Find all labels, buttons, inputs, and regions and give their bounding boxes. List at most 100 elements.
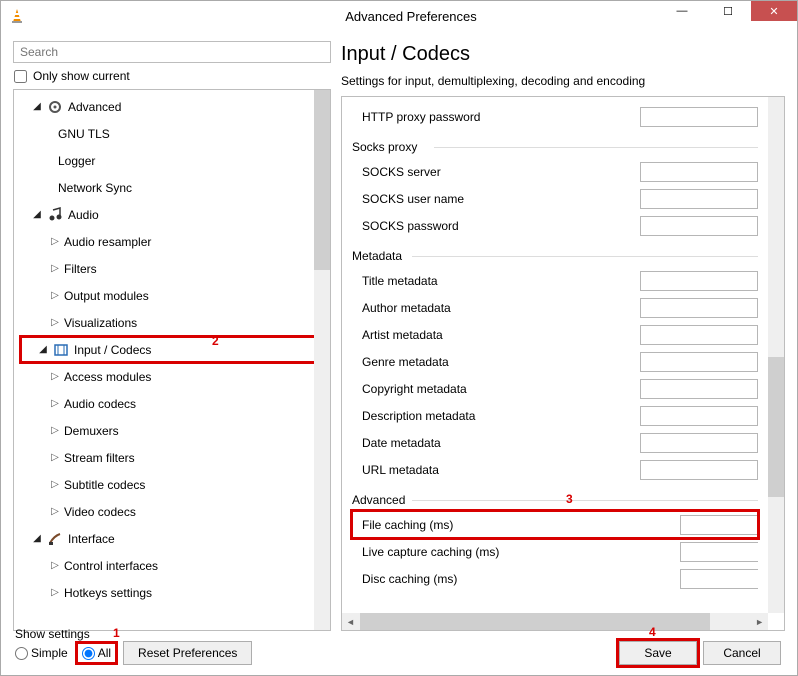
expand-icon[interactable]: ▷: [48, 236, 62, 247]
expand-icon[interactable]: ▷: [48, 452, 62, 463]
tree-demuxers[interactable]: ▷Demuxers: [14, 417, 330, 444]
socks-user-label: SOCKS user name: [352, 192, 632, 206]
tree-audio[interactable]: ◢Audio: [14, 201, 330, 228]
tree-subtitle-codecs[interactable]: ▷Subtitle codecs: [14, 471, 330, 498]
tree-audio-resampler[interactable]: ▷Audio resampler: [14, 228, 330, 255]
tree-scrollbar[interactable]: [314, 90, 330, 630]
page-description: Settings for input, demultiplexing, deco…: [341, 74, 785, 88]
expand-icon[interactable]: ▷: [48, 371, 62, 382]
expand-icon[interactable]: ▷: [48, 560, 62, 571]
copyright-metadata-input[interactable]: [640, 379, 758, 399]
collapse-icon[interactable]: ◢: [30, 101, 44, 112]
film-icon: [52, 342, 70, 358]
expand-icon[interactable]: ▷: [48, 290, 62, 301]
tree-interface[interactable]: ◢Interface: [14, 525, 330, 552]
close-button[interactable]: ✕: [751, 1, 797, 21]
author-metadata-label: Author metadata: [352, 301, 632, 315]
file-caching-spinbox[interactable]: ▲▼: [680, 515, 758, 535]
group-advanced: Advanced: [352, 489, 758, 511]
radio-all[interactable]: All: [78, 644, 115, 662]
http-proxy-password-label: HTTP proxy password: [352, 110, 632, 124]
note-icon: [46, 207, 64, 223]
file-caching-row: File caching (ms) ▲▼: [352, 511, 758, 538]
search-input[interactable]: [13, 41, 331, 63]
title-metadata-input[interactable]: [640, 271, 758, 291]
expand-icon[interactable]: ▷: [48, 425, 62, 436]
group-metadata: Metadata: [352, 245, 758, 267]
tree-input-codecs[interactable]: ◢Input / Codecs: [20, 336, 324, 363]
show-settings-group: Show settings 1 Simple All Reset Prefere…: [15, 641, 252, 665]
genre-metadata-input[interactable]: [640, 352, 758, 372]
tree-control-interfaces[interactable]: ▷Control interfaces: [14, 552, 330, 579]
tree-visualizations[interactable]: ▷Visualizations: [14, 309, 330, 336]
brush-icon: [46, 531, 64, 547]
expand-icon[interactable]: ▷: [48, 587, 62, 598]
settings-scroll-thumb-v[interactable]: [768, 357, 784, 497]
expand-icon[interactable]: ▷: [48, 506, 62, 517]
only-show-current-checkbox[interactable]: Only show current: [13, 69, 331, 83]
radio-simple[interactable]: Simple: [15, 646, 68, 660]
tree-hotkeys-settings[interactable]: ▷Hotkeys settings: [14, 579, 330, 606]
settings-scroll-thumb-h[interactable]: [360, 613, 710, 630]
disc-caching-input[interactable]: [681, 570, 768, 588]
collapse-icon[interactable]: ◢: [36, 344, 50, 355]
date-metadata-label: Date metadata: [352, 436, 632, 450]
show-settings-label: Show settings: [15, 627, 90, 641]
tree-scroll-thumb[interactable]: [314, 90, 330, 270]
live-caching-spinbox[interactable]: ▲▼: [680, 542, 758, 562]
settings-scrollbar-horizontal[interactable]: [342, 613, 768, 630]
title-metadata-label: Title metadata: [352, 274, 632, 288]
genre-metadata-label: Genre metadata: [352, 355, 632, 369]
expand-icon[interactable]: ▷: [48, 263, 62, 274]
category-tree[interactable]: ◢Advanced GNU TLS Logger Network Sync ◢A…: [13, 89, 331, 631]
save-button[interactable]: Save: [619, 641, 697, 665]
cancel-button[interactable]: Cancel: [703, 641, 781, 665]
file-caching-input[interactable]: [681, 516, 768, 534]
collapse-icon[interactable]: ◢: [30, 533, 44, 544]
socks-server-label: SOCKS server: [352, 165, 632, 179]
expand-icon[interactable]: ▷: [48, 317, 62, 328]
description-metadata-input[interactable]: [640, 406, 758, 426]
disc-caching-label: Disc caching (ms): [352, 572, 672, 586]
settings-panel: HTTP proxy password Socks proxy SOCKS se…: [341, 96, 785, 631]
live-caching-input[interactable]: [681, 543, 768, 561]
author-metadata-input[interactable]: [640, 298, 758, 318]
titlebar: Advanced Preferences — ☐ ✕: [1, 1, 797, 31]
description-metadata-label: Description metadata: [352, 409, 632, 423]
only-show-current-box[interactable]: [14, 70, 27, 83]
socks-password-input[interactable]: [640, 216, 758, 236]
minimize-button[interactable]: —: [659, 1, 705, 21]
file-caching-label: File caching (ms): [352, 518, 672, 532]
tree-access-modules[interactable]: ▷Access modules: [14, 363, 330, 390]
url-metadata-label: URL metadata: [352, 463, 632, 477]
artist-metadata-label: Artist metadata: [352, 328, 632, 342]
tree-stream-filters[interactable]: ▷Stream filters: [14, 444, 330, 471]
reset-preferences-button[interactable]: Reset Preferences: [123, 641, 252, 665]
tree-audio-codecs[interactable]: ▷Audio codecs: [14, 390, 330, 417]
vlc-cone-icon: [9, 8, 25, 24]
expand-icon[interactable]: ▷: [48, 398, 62, 409]
disc-caching-spinbox[interactable]: ▲▼: [680, 569, 758, 589]
url-metadata-input[interactable]: [640, 460, 758, 480]
date-metadata-input[interactable]: [640, 433, 758, 453]
tree-logger[interactable]: Logger: [14, 147, 330, 174]
artist-metadata-input[interactable]: [640, 325, 758, 345]
copyright-metadata-label: Copyright metadata: [352, 382, 632, 396]
tree-video-codecs[interactable]: ▷Video codecs: [14, 498, 330, 525]
tree-output-modules[interactable]: ▷Output modules: [14, 282, 330, 309]
settings-scrollbar-vertical[interactable]: [768, 97, 784, 613]
expand-icon[interactable]: ▷: [48, 479, 62, 490]
tree-gnu-tls[interactable]: GNU TLS: [14, 120, 330, 147]
http-proxy-password-input[interactable]: [640, 107, 758, 127]
socks-password-label: SOCKS password: [352, 219, 632, 233]
maximize-button[interactable]: ☐: [705, 1, 751, 21]
tree-filters[interactable]: ▷Filters: [14, 255, 330, 282]
gear-icon: [46, 99, 64, 115]
socks-server-input[interactable]: [640, 162, 758, 182]
tree-network-sync[interactable]: Network Sync: [14, 174, 330, 201]
socks-user-input[interactable]: [640, 189, 758, 209]
live-caching-label: Live capture caching (ms): [352, 545, 672, 559]
collapse-icon[interactable]: ◢: [30, 209, 44, 220]
tree-advanced[interactable]: ◢Advanced: [14, 93, 330, 120]
only-show-current-label: Only show current: [33, 69, 130, 83]
